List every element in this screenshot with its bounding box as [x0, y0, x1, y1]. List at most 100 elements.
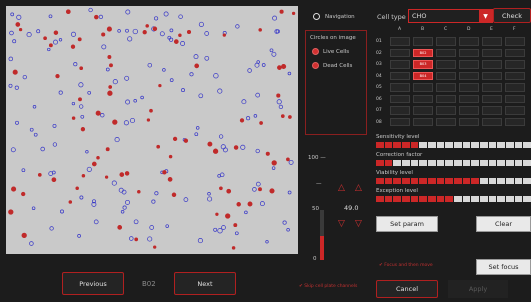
plate-well[interactable]	[459, 94, 479, 103]
level-slider[interactable]	[376, 160, 531, 166]
cancel-button[interactable]: Cancel	[376, 280, 438, 298]
plate-well[interactable]	[459, 60, 479, 69]
slider-segment	[454, 160, 462, 166]
slider-segment	[393, 142, 402, 148]
plate-well[interactable]	[390, 117, 410, 126]
plate-well[interactable]	[505, 48, 525, 57]
plate-well[interactable]	[436, 117, 456, 126]
plate-well[interactable]	[505, 94, 525, 103]
plate-well[interactable]	[436, 48, 456, 57]
dead-cell-marker	[106, 26, 112, 32]
plate-well[interactable]	[482, 117, 502, 126]
live-cell-marker	[79, 195, 84, 200]
dead-cells-option[interactable]: Dead Cells	[312, 62, 352, 69]
slider-segment	[384, 160, 393, 166]
plate-well[interactable]	[413, 94, 433, 103]
plate-well[interactable]	[482, 48, 502, 57]
plate-well[interactable]	[459, 106, 479, 115]
slider-row: Exception level	[376, 188, 531, 202]
live-cell-marker	[125, 99, 131, 105]
plate-well[interactable]	[482, 37, 502, 46]
plate-well[interactable]	[436, 83, 456, 92]
set-focus-button[interactable]: Set focus	[476, 259, 531, 275]
plate-well[interactable]	[390, 71, 410, 80]
dead-cell-marker	[91, 161, 97, 167]
focus-down-icon[interactable]: ▽	[355, 219, 362, 229]
plate-well[interactable]	[436, 106, 456, 115]
plate-well[interactable]	[413, 37, 433, 46]
plate-well[interactable]	[413, 106, 433, 115]
plate-well[interactable]	[482, 94, 502, 103]
check-icon: ✔	[379, 263, 383, 268]
previous-button[interactable]: Previous	[62, 272, 124, 295]
live-cells-radio[interactable]	[312, 48, 319, 55]
slider-segment	[445, 142, 454, 148]
navigation-radio[interactable]	[313, 13, 320, 20]
slider-segment	[419, 142, 428, 148]
plate-well[interactable]	[436, 71, 456, 80]
plate-well[interactable]	[505, 37, 525, 46]
navigation-option[interactable]: Navigation	[313, 13, 355, 20]
slider-segment	[384, 142, 393, 148]
plate-well[interactable]	[413, 117, 433, 126]
plate-well-selected[interactable]: B03	[413, 60, 433, 69]
slider-segment	[384, 196, 393, 202]
plate-well[interactable]	[459, 71, 479, 80]
focus-slider-track[interactable]	[320, 210, 324, 260]
focus-up-icon[interactable]: △	[355, 183, 362, 193]
slider-segment	[523, 142, 531, 148]
live-cell-marker	[114, 137, 120, 143]
slider-segment	[402, 178, 410, 184]
dead-cell-marker	[68, 200, 73, 204]
plate-well[interactable]	[459, 117, 479, 126]
check-button[interactable]: Check	[493, 8, 531, 23]
plate-well[interactable]	[390, 106, 410, 115]
plate-well[interactable]	[390, 48, 410, 57]
next-button[interactable]: Next	[174, 272, 236, 295]
plate-well[interactable]	[505, 60, 525, 69]
cell-type-select[interactable]: CHO ▼	[408, 9, 493, 23]
set-param-button[interactable]: Set param	[376, 216, 438, 232]
plate-well[interactable]	[390, 83, 410, 92]
plate-well[interactable]	[436, 94, 456, 103]
level-slider[interactable]	[376, 142, 531, 148]
plate-well[interactable]	[482, 83, 502, 92]
slider-segment	[419, 178, 428, 184]
apply-button[interactable]: Apply	[448, 280, 508, 298]
plate-well[interactable]	[459, 37, 479, 46]
skip-warning[interactable]: ✔ Skip cell plate channels	[299, 284, 357, 289]
plate-well[interactable]	[436, 60, 456, 69]
dead-cell-marker	[265, 151, 270, 156]
plate-well[interactable]	[505, 71, 525, 80]
plate-well[interactable]	[482, 60, 502, 69]
plate-well[interactable]	[482, 71, 502, 80]
plate-well[interactable]	[459, 48, 479, 57]
slider-segment	[523, 160, 531, 166]
live-cells-option[interactable]: Live Cells	[312, 48, 349, 55]
plate-well[interactable]	[413, 83, 433, 92]
level-slider[interactable]	[376, 178, 531, 184]
plate-well[interactable]	[505, 117, 525, 126]
clear-button[interactable]: Clear	[476, 216, 531, 232]
level-slider[interactable]	[376, 196, 531, 202]
plate-well[interactable]	[390, 94, 410, 103]
plate-well-selected[interactable]: B02	[413, 48, 433, 57]
plate-well[interactable]	[482, 106, 502, 115]
live-cell-marker	[169, 78, 174, 82]
plate-well[interactable]	[459, 83, 479, 92]
cells-overlay	[8, 7, 296, 250]
plate-well[interactable]	[436, 37, 456, 46]
dead-cell-marker	[152, 26, 158, 32]
plate-well-selected[interactable]: B04	[413, 71, 433, 80]
focus-down-fast-icon[interactable]: ▽	[338, 219, 345, 229]
plate-well[interactable]	[505, 106, 525, 115]
dead-cells-radio[interactable]	[312, 62, 319, 69]
well-plate[interactable]: A B C D E F 01 02 B02 03 B03 04 B04 05 06 07 08	[376, 27, 531, 129]
live-cell-marker	[125, 9, 131, 15]
microscope-image[interactable]	[6, 6, 298, 254]
focus-up-fast-icon[interactable]: △	[338, 183, 345, 193]
slider-segment	[402, 142, 410, 148]
plate-well[interactable]	[390, 60, 410, 69]
plate-well[interactable]	[390, 37, 410, 46]
plate-well[interactable]	[505, 83, 525, 92]
